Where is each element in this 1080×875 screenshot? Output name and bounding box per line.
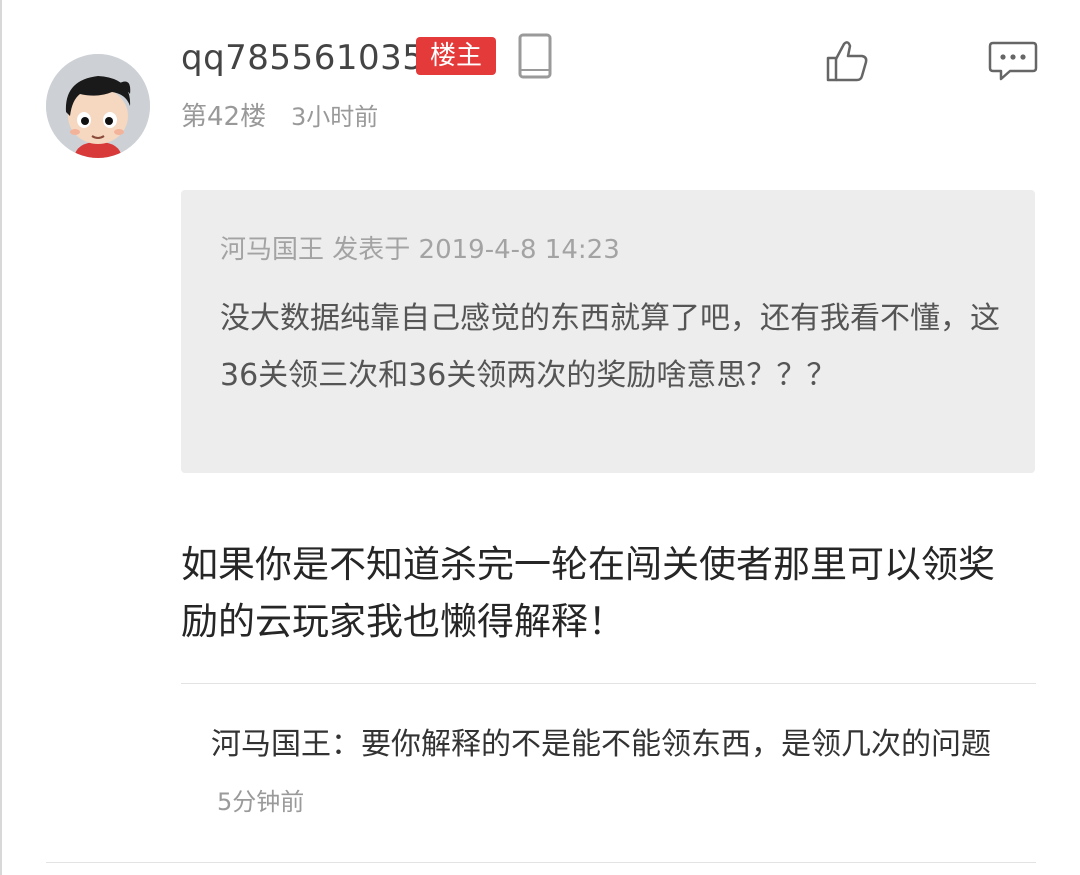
avatar[interactable] (46, 54, 150, 158)
sub-reply-text: 河马国王：要你解释的不是能不能领东西，是领几次的问题 (211, 727, 991, 762)
op-badge: 楼主 (416, 37, 496, 75)
phone-icon (518, 33, 552, 79)
quote-meta: 河马国王 发表于 2019-4-8 14:23 (220, 235, 620, 265)
left-border (0, 0, 2, 875)
reply-text: 如果你是不知道杀完一轮在闯关使者那里可以领奖励的云玩家我也懒得解释！ (181, 543, 995, 643)
quote-text: 没大数据纯靠自己感觉的东西就算了吧，还有我看不懂，这36关领三次和36关领两次的… (220, 301, 1000, 393)
divider (181, 683, 1036, 684)
bottom-divider (46, 862, 1036, 863)
floor-number: 第42楼 (181, 102, 267, 132)
sub-reply[interactable]: 河马国王：要你解释的不是能不能领东西，是领几次的问题 5分钟前 (211, 717, 1011, 830)
comment-icon[interactable] (988, 40, 1038, 82)
sub-reply-time: 5分钟前 (217, 788, 305, 816)
avatar-image (46, 54, 150, 158)
thumbs-up-icon[interactable] (824, 38, 870, 84)
username[interactable]: qq785561035 (181, 36, 424, 80)
post-time: 3小时前 (291, 103, 379, 131)
